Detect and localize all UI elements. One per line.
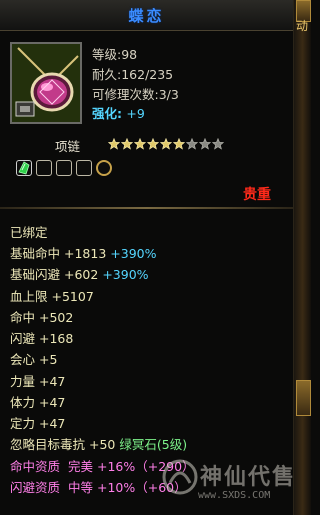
- star-empty-icon: [199, 138, 211, 150]
- attr-value: +5107: [51, 289, 94, 304]
- star-filled-icon: [134, 138, 146, 150]
- enhance-stat: 强化: +9: [92, 103, 145, 122]
- durability-stat: 耐久:162/235: [92, 67, 174, 82]
- attr-label: 力量: [10, 374, 36, 389]
- level-stat: 等级:98: [92, 47, 138, 62]
- gem-name: 绿冥石(5级): [119, 437, 188, 452]
- attr-value: +502: [39, 310, 74, 325]
- adjacent-window-edge: 动: [294, 0, 311, 515]
- attr-percent: +390%: [102, 267, 149, 282]
- star-filled-icon: [147, 138, 159, 150]
- green-gem-icon[interactable]: [16, 160, 32, 176]
- title-bar: 蝶恋: [0, 0, 293, 31]
- empty-socket-icon[interactable]: [36, 160, 52, 176]
- enhance-label: 强化:: [92, 106, 122, 121]
- bound-status: 已绑定: [10, 225, 48, 240]
- attr-label: 会心: [10, 352, 36, 367]
- quality-grade: 完美: [67, 459, 93, 474]
- dodge-row: 闪避 +168: [10, 328, 73, 347]
- attr-label: 闪避资质: [10, 480, 61, 495]
- side-tab-label[interactable]: 动: [296, 17, 308, 34]
- dodge-quality-row: 闪避资质 中等 +10%（+60）: [10, 477, 187, 496]
- focus-row: 定力 +47: [10, 413, 65, 432]
- empty-socket-icon[interactable]: [56, 160, 72, 176]
- attr-label: 体力: [10, 395, 36, 410]
- crit-row: 会心 +5: [10, 349, 57, 368]
- hit-row: 命中 +502: [10, 307, 73, 326]
- base-dodge-row: 基础闪避 +602 +390%: [10, 264, 149, 283]
- item-tooltip-panel: 蝶恋 等级:98 耐久:162/235 可修理次数:3/3 强化: +9 项链: [0, 0, 295, 515]
- stamina-row: 体力 +47: [10, 392, 65, 411]
- star-empty-icon: [212, 138, 224, 150]
- quality-grade: 中等: [67, 480, 93, 495]
- attr-value: +47: [39, 416, 66, 431]
- attr-percent: +390%: [110, 246, 157, 261]
- watermark-url: www.SXDS.COM: [198, 490, 271, 501]
- attr-label: 命中资质: [10, 459, 61, 474]
- attr-value: +47: [39, 374, 66, 389]
- attr-value: +16%（+290）: [96, 459, 195, 474]
- attr-label: 基础闪避: [10, 267, 61, 282]
- strength-row: 力量 +47: [10, 371, 65, 390]
- star-filled-icon: [160, 138, 172, 150]
- edge-ornament: [296, 380, 311, 416]
- repair-count-stat: 可修理次数:3/3: [92, 87, 179, 102]
- rarity-label: 贵重: [243, 187, 271, 203]
- star-filled-icon: [121, 138, 133, 150]
- attr-label: 基础命中: [10, 246, 61, 261]
- attr-value: +602: [64, 267, 99, 282]
- gem-pendant-icon: [12, 44, 80, 122]
- hp-cap-row: 血上限 +5107: [10, 286, 94, 305]
- attr-value: +10%（+60）: [96, 480, 187, 495]
- ignore-poison-row: 忽略目标毒抗 +50 绿冥石(5级): [10, 434, 187, 453]
- star-filled-icon: [173, 138, 185, 150]
- ring-socket-icon[interactable]: [96, 160, 112, 176]
- section-divider: [0, 207, 293, 209]
- item-icon-frame[interactable]: [10, 42, 82, 124]
- attr-label: 闪避: [10, 331, 36, 346]
- item-name-title: 蝶恋: [128, 7, 165, 25]
- attr-label: 血上限: [10, 289, 48, 304]
- hit-quality-row: 命中资质 完美 +16%（+290）: [10, 456, 195, 475]
- item-type-label: 项链: [55, 139, 81, 154]
- attr-value: +5: [39, 352, 58, 367]
- attr-value: +168: [39, 331, 74, 346]
- base-hit-row: 基础命中 +1813 +390%: [10, 243, 157, 262]
- enhance-value: +9: [126, 106, 145, 121]
- empty-socket-icon[interactable]: [76, 160, 92, 176]
- star-empty-icon: [186, 138, 198, 150]
- attr-label: 命中: [10, 310, 36, 325]
- star-rating: [108, 138, 224, 152]
- attr-label: 定力: [10, 416, 36, 431]
- attr-label: 忽略目标毒抗: [10, 437, 86, 452]
- attr-value: +50: [89, 437, 116, 452]
- star-filled-icon: [108, 138, 120, 150]
- watermark-text: 神仙代售: [200, 465, 297, 490]
- attr-value: +1813: [64, 246, 107, 261]
- attr-value: +47: [39, 395, 66, 410]
- socket-row: [16, 160, 112, 176]
